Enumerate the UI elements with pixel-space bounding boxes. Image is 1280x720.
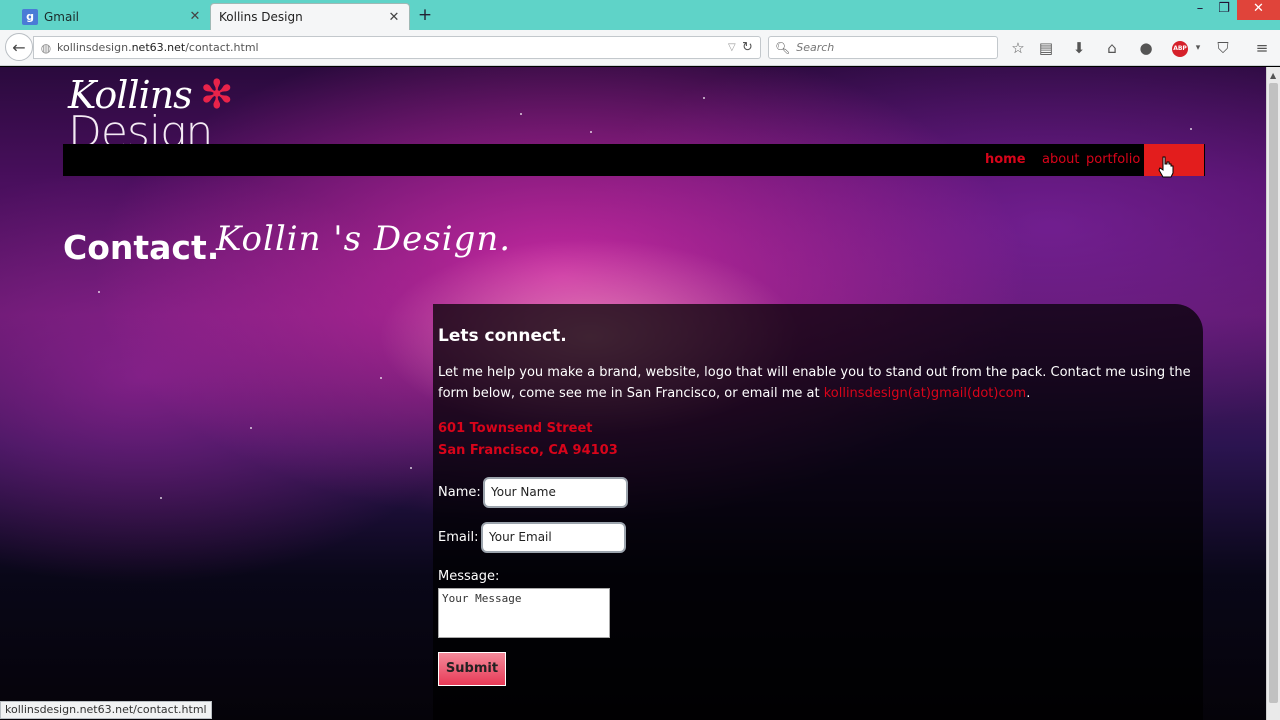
- hand-cursor-icon: [1158, 156, 1174, 178]
- tab-title: Gmail: [44, 9, 80, 24]
- nav-contact-link-active[interactable]: [1144, 144, 1204, 176]
- bookmark-star-icon[interactable]: ☆: [1009, 39, 1027, 57]
- contact-panel: Lets connect. Let me help you make a bra…: [433, 304, 1203, 720]
- address: 601 Townsend Street San Francisco, CA 94…: [438, 418, 1197, 462]
- nav-portfolio-link[interactable]: portfolio: [1086, 152, 1140, 167]
- browser-nav-bar: ← ◍ kollinsdesign.net63.net/contact.html…: [0, 30, 1280, 66]
- new-tab-plus-icon[interactable]: +: [416, 5, 434, 25]
- contact-intro: Let me help you make a brand, website, l…: [438, 365, 1191, 401]
- submit-button[interactable]: Submit: [438, 652, 506, 686]
- page-viewport: Kollins ✻ Design home about portfolio Co…: [0, 67, 1266, 720]
- email-field[interactable]: Your Email: [481, 522, 626, 553]
- contact-heading: Lets connect.: [438, 326, 567, 346]
- scroll-thumb[interactable]: [1269, 83, 1278, 703]
- name-field[interactable]: Your Name: [483, 477, 628, 508]
- tab-close-icon[interactable]: ✕: [188, 9, 202, 24]
- status-bar: kollinsdesign.net63.net/contact.html: [0, 701, 212, 719]
- reload-icon[interactable]: ↻: [742, 40, 760, 55]
- address-line-1: 601 Townsend Street: [438, 421, 593, 436]
- message-label: Message:: [438, 569, 500, 584]
- globe-icon: ◍: [40, 40, 52, 55]
- message-textarea[interactable]: Your Message: [438, 588, 610, 638]
- page-title: Contact.: [63, 228, 220, 267]
- home-icon[interactable]: ⌂: [1103, 39, 1121, 57]
- window-close-icon[interactable]: ✕: [1237, 0, 1280, 20]
- browser-tab-bar: g Gmail ✕ Kollins Design ✕ + – ❐ ✕: [0, 0, 1280, 30]
- history-dropdown-icon[interactable]: ▽: [728, 42, 742, 53]
- adblock-dropdown-icon[interactable]: ▾: [1189, 39, 1207, 57]
- chat-icon[interactable]: ●: [1137, 39, 1155, 57]
- email-link[interactable]: kollinsdesign(at)gmail(dot)com: [824, 386, 1027, 401]
- email-label: Email:: [438, 530, 479, 545]
- url-text: kollinsdesign.net63.net/contact.html: [57, 41, 259, 54]
- url-bar[interactable]: ◍ kollinsdesign.net63.net/contact.html ▽…: [33, 36, 761, 59]
- tab-title: Kollins Design: [219, 10, 303, 24]
- tab-kollins-design[interactable]: Kollins Design ✕: [210, 3, 410, 30]
- scroll-up-icon[interactable]: ▲: [1270, 71, 1276, 80]
- page-title-script: Kollin 's Design.: [216, 219, 512, 259]
- window-restore-icon[interactable]: ❐: [1210, 0, 1238, 20]
- tab-close-icon[interactable]: ✕: [387, 10, 401, 25]
- nav-about-link[interactable]: about: [1042, 152, 1080, 167]
- tab-gmail[interactable]: g Gmail ✕: [14, 3, 210, 30]
- google-favicon-icon: g: [22, 8, 38, 25]
- address-line-2: San Francisco, CA 94103: [438, 443, 618, 458]
- search-box[interactable]: 🔍︎ Search: [768, 36, 998, 59]
- download-icon[interactable]: ⬇: [1070, 39, 1088, 57]
- shield-icon[interactable]: ⛉: [1214, 39, 1232, 57]
- nav-home-link[interactable]: home: [985, 152, 1026, 167]
- search-icon: 🔍︎: [775, 40, 791, 55]
- name-label: Name:: [438, 485, 481, 500]
- site-nav: home about portfolio: [63, 144, 1205, 176]
- back-arrow-icon[interactable]: ←: [5, 33, 33, 61]
- reading-list-icon[interactable]: ▤: [1037, 39, 1055, 57]
- search-placeholder: Search: [796, 41, 835, 54]
- menu-hamburger-icon[interactable]: ≡: [1253, 39, 1271, 57]
- page-scrollbar[interactable]: ▲: [1266, 67, 1280, 720]
- adblock-icon[interactable]: ABP: [1172, 41, 1188, 57]
